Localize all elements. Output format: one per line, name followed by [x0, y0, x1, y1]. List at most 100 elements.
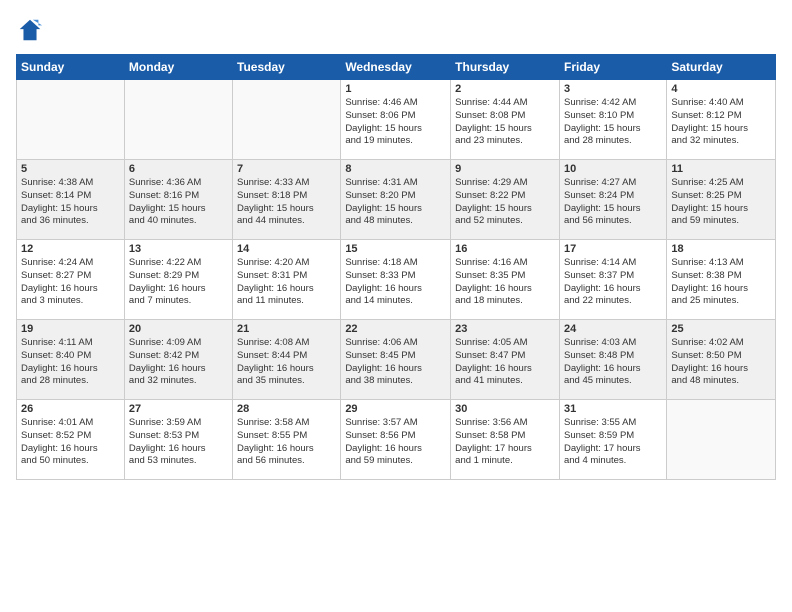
day-info: Sunrise: 4:08 AM Sunset: 8:44 PM Dayligh…	[237, 337, 336, 388]
day-number: 29	[345, 403, 446, 415]
day-number: 26	[21, 403, 120, 415]
header-tuesday: Tuesday	[233, 55, 341, 80]
day-info: Sunrise: 3:57 AM Sunset: 8:56 PM Dayligh…	[345, 417, 446, 468]
calendar-cell: 7 Sunrise: 4:33 AM Sunset: 8:18 PM Daylig…	[233, 160, 341, 240]
calendar-cell: 31 Sunrise: 3:55 AM Sunset: 8:59 PM Dayli…	[559, 400, 666, 480]
day-info: Sunrise: 4:03 AM Sunset: 8:48 PM Dayligh…	[564, 337, 662, 388]
day-number: 24	[564, 323, 662, 335]
day-number: 10	[564, 163, 662, 175]
week-row-2: 5 Sunrise: 4:38 AM Sunset: 8:14 PM Daylig…	[17, 160, 776, 240]
calendar-cell	[124, 80, 232, 160]
day-number: 16	[455, 243, 555, 255]
calendar: Sunday Monday Tuesday Wednesday Thursday…	[16, 54, 776, 480]
day-number: 27	[129, 403, 228, 415]
calendar-cell	[667, 400, 776, 480]
day-number: 13	[129, 243, 228, 255]
day-info: Sunrise: 4:01 AM Sunset: 8:52 PM Dayligh…	[21, 417, 120, 468]
calendar-cell: 11 Sunrise: 4:25 AM Sunset: 8:25 PM Dayli…	[667, 160, 776, 240]
calendar-cell: 22 Sunrise: 4:06 AM Sunset: 8:45 PM Dayli…	[341, 320, 451, 400]
header-sunday: Sunday	[17, 55, 125, 80]
day-info: Sunrise: 3:59 AM Sunset: 8:53 PM Dayligh…	[129, 417, 228, 468]
day-info: Sunrise: 4:06 AM Sunset: 8:45 PM Dayligh…	[345, 337, 446, 388]
day-number: 4	[671, 83, 771, 95]
calendar-cell: 25Sunrise: 4:02 AM Sunset: 8:50 PM Dayli…	[667, 320, 776, 400]
day-info: Sunrise: 4:25 AM Sunset: 8:25 PM Dayligh…	[671, 177, 771, 228]
day-number: 2	[455, 83, 555, 95]
day-info: Sunrise: 3:58 AM Sunset: 8:55 PM Dayligh…	[237, 417, 336, 468]
day-info: Sunrise: 4:20 AM Sunset: 8:31 PM Dayligh…	[237, 257, 336, 308]
day-info: Sunrise: 4:42 AM Sunset: 8:10 PM Dayligh…	[564, 97, 662, 148]
week-row-5: 26 Sunrise: 4:01 AM Sunset: 8:52 PM Dayli…	[17, 400, 776, 480]
day-number: 11	[671, 163, 771, 175]
calendar-cell: 10 Sunrise: 4:27 AM Sunset: 8:24 PM Dayli…	[559, 160, 666, 240]
day-number: 28	[237, 403, 336, 415]
day-info: Sunrise: 4:16 AM Sunset: 8:35 PM Dayligh…	[455, 257, 555, 308]
day-number: 15	[345, 243, 446, 255]
calendar-cell: 28 Sunrise: 3:58 AM Sunset: 8:55 PM Dayli…	[233, 400, 341, 480]
header-wednesday: Wednesday	[341, 55, 451, 80]
day-number: 12	[21, 243, 120, 255]
day-info: Sunrise: 4:18 AM Sunset: 8:33 PM Dayligh…	[345, 257, 446, 308]
calendar-cell	[233, 80, 341, 160]
page: Sunday Monday Tuesday Wednesday Thursday…	[0, 0, 792, 612]
day-number: 19	[21, 323, 120, 335]
day-number: 31	[564, 403, 662, 415]
day-info: Sunrise: 4:11 AM Sunset: 8:40 PM Dayligh…	[21, 337, 120, 388]
header-thursday: Thursday	[451, 55, 560, 80]
header	[16, 16, 776, 44]
day-info: Sunrise: 4:27 AM Sunset: 8:24 PM Dayligh…	[564, 177, 662, 228]
calendar-cell: 6 Sunrise: 4:36 AM Sunset: 8:16 PM Daylig…	[124, 160, 232, 240]
day-info: Sunrise: 4:36 AM Sunset: 8:16 PM Dayligh…	[129, 177, 228, 228]
day-info: Sunrise: 4:22 AM Sunset: 8:29 PM Dayligh…	[129, 257, 228, 308]
calendar-cell: 8Sunrise: 4:31 AM Sunset: 8:20 PM Daylig…	[341, 160, 451, 240]
calendar-cell: 16 Sunrise: 4:16 AM Sunset: 8:35 PM Dayli…	[451, 240, 560, 320]
calendar-cell: 18Sunrise: 4:13 AM Sunset: 8:38 PM Dayli…	[667, 240, 776, 320]
day-number: 30	[455, 403, 555, 415]
day-info: Sunrise: 3:56 AM Sunset: 8:58 PM Dayligh…	[455, 417, 555, 468]
day-info: Sunrise: 4:33 AM Sunset: 8:18 PM Dayligh…	[237, 177, 336, 228]
day-info: Sunrise: 4:40 AM Sunset: 8:12 PM Dayligh…	[671, 97, 771, 148]
day-info: Sunrise: 4:24 AM Sunset: 8:27 PM Dayligh…	[21, 257, 120, 308]
day-info: Sunrise: 4:14 AM Sunset: 8:37 PM Dayligh…	[564, 257, 662, 308]
day-number: 5	[21, 163, 120, 175]
day-number: 17	[564, 243, 662, 255]
day-info: Sunrise: 4:44 AM Sunset: 8:08 PM Dayligh…	[455, 97, 555, 148]
calendar-cell: 27 Sunrise: 3:59 AM Sunset: 8:53 PM Dayli…	[124, 400, 232, 480]
day-number: 25	[671, 323, 771, 335]
day-number: 22	[345, 323, 446, 335]
header-monday: Monday	[124, 55, 232, 80]
day-number: 18	[671, 243, 771, 255]
day-info: Sunrise: 4:46 AM Sunset: 8:06 PM Dayligh…	[345, 97, 446, 148]
day-number: 21	[237, 323, 336, 335]
day-info: Sunrise: 3:55 AM Sunset: 8:59 PM Dayligh…	[564, 417, 662, 468]
day-number: 6	[129, 163, 228, 175]
calendar-cell: 24 Sunrise: 4:03 AM Sunset: 8:48 PM Dayli…	[559, 320, 666, 400]
day-number: 20	[129, 323, 228, 335]
day-number: 14	[237, 243, 336, 255]
week-row-4: 19 Sunrise: 4:11 AM Sunset: 8:40 PM Dayli…	[17, 320, 776, 400]
calendar-cell: 1Sunrise: 4:46 AM Sunset: 8:06 PM Daylig…	[341, 80, 451, 160]
header-friday: Friday	[559, 55, 666, 80]
calendar-cell: 5 Sunrise: 4:38 AM Sunset: 8:14 PM Daylig…	[17, 160, 125, 240]
calendar-cell: 13 Sunrise: 4:22 AM Sunset: 8:29 PM Dayli…	[124, 240, 232, 320]
logo	[16, 16, 48, 44]
day-info: Sunrise: 4:09 AM Sunset: 8:42 PM Dayligh…	[129, 337, 228, 388]
calendar-cell: 26 Sunrise: 4:01 AM Sunset: 8:52 PM Dayli…	[17, 400, 125, 480]
calendar-cell: 4 Sunrise: 4:40 AM Sunset: 8:12 PM Daylig…	[667, 80, 776, 160]
calendar-cell: 15 Sunrise: 4:18 AM Sunset: 8:33 PM Dayli…	[341, 240, 451, 320]
day-number: 7	[237, 163, 336, 175]
header-saturday: Saturday	[667, 55, 776, 80]
days-header-row: Sunday Monday Tuesday Wednesday Thursday…	[17, 55, 776, 80]
calendar-cell: 20 Sunrise: 4:09 AM Sunset: 8:42 PM Dayli…	[124, 320, 232, 400]
calendar-cell: 23Sunrise: 4:05 AM Sunset: 8:47 PM Dayli…	[451, 320, 560, 400]
calendar-cell: 21 Sunrise: 4:08 AM Sunset: 8:44 PM Dayli…	[233, 320, 341, 400]
calendar-cell: 2 Sunrise: 4:44 AM Sunset: 8:08 PM Daylig…	[451, 80, 560, 160]
calendar-cell: 12 Sunrise: 4:24 AM Sunset: 8:27 PM Dayli…	[17, 240, 125, 320]
calendar-cell: 17 Sunrise: 4:14 AM Sunset: 8:37 PM Dayli…	[559, 240, 666, 320]
day-info: Sunrise: 4:29 AM Sunset: 8:22 PM Dayligh…	[455, 177, 555, 228]
calendar-cell	[17, 80, 125, 160]
calendar-cell: 14 Sunrise: 4:20 AM Sunset: 8:31 PM Dayli…	[233, 240, 341, 320]
calendar-cell: 3Sunrise: 4:42 AM Sunset: 8:10 PM Daylig…	[559, 80, 666, 160]
day-info: Sunrise: 4:38 AM Sunset: 8:14 PM Dayligh…	[21, 177, 120, 228]
day-number: 9	[455, 163, 555, 175]
